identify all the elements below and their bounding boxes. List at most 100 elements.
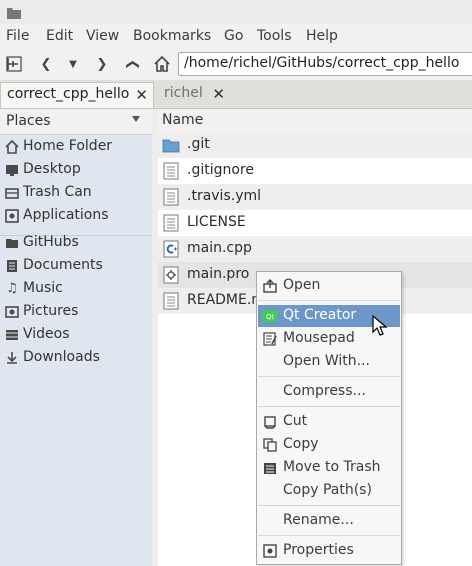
menu-bookmarks[interactable]: Bookmarks: [133, 28, 211, 44]
menu-item-properties[interactable]: Properties: [258, 540, 400, 562]
tab-bar: correct_cpp_hello ✕ richel ✕: [0, 80, 472, 109]
menubar: File Edit View Bookmarks Go Tools Help: [0, 24, 472, 48]
menu-file[interactable]: File: [6, 28, 29, 44]
history-dropdown-button[interactable]: ▼: [63, 54, 83, 74]
desktop-icon: [5, 163, 19, 177]
sidebar-item-label: Applications: [23, 207, 109, 223]
mouse-cursor-icon: [372, 315, 388, 336]
menu-item-label: Open: [283, 277, 321, 293]
menu-item-label: Properties: [283, 542, 354, 558]
menu-go[interactable]: Go: [224, 28, 243, 44]
menu-tools[interactable]: Tools: [257, 28, 292, 44]
close-tab-icon[interactable]: ✕: [135, 86, 148, 104]
trash-icon: [5, 186, 19, 200]
videos-icon: [5, 328, 19, 342]
places-sidebar: Places Home Folder Desktop Trash Can App…: [0, 109, 153, 566]
menu-item-copy-paths[interactable]: Copy Path(s): [258, 480, 400, 502]
menu-separator: [258, 406, 400, 407]
new-tab-button[interactable]: [4, 54, 24, 74]
menu-edit[interactable]: Edit: [46, 28, 73, 44]
new-tab-icon: [6, 56, 22, 72]
menu-item-copy[interactable]: Copy: [258, 434, 400, 456]
sidebar-item-downloads[interactable]: Downloads: [0, 347, 152, 369]
sidebar-item-documents[interactable]: Documents: [0, 255, 152, 277]
sidebar-item-trash-can[interactable]: Trash Can: [0, 182, 152, 204]
menu-separator: [258, 535, 400, 536]
menu-item-open-with[interactable]: Open With...: [258, 351, 400, 373]
sidebar-item-label: GitHubs: [23, 234, 79, 250]
text-file-icon: [163, 188, 179, 206]
sidebar-item-label: Downloads: [23, 349, 100, 365]
tab-richel[interactable]: richel ✕: [158, 82, 230, 108]
documents-icon: [5, 259, 19, 273]
folder-icon: [5, 236, 19, 250]
chevron-down-icon: ▼: [69, 58, 77, 70]
open-icon: [263, 279, 277, 293]
file-name: .travis.yml: [187, 188, 262, 204]
tab-correct-cpp-hello[interactable]: correct_cpp_hello ✕: [0, 82, 154, 108]
column-header-label: Name: [162, 112, 204, 128]
up-button[interactable]: ❯: [122, 54, 142, 74]
window-titlebar: [0, 0, 472, 24]
applications-icon: [5, 209, 19, 223]
music-icon: ♫: [6, 281, 18, 296]
sidebar-item-githubs[interactable]: GitHubs: [0, 232, 152, 254]
trash-icon: [263, 461, 277, 475]
menu-item-cut[interactable]: Cut: [258, 411, 400, 433]
menu-view[interactable]: View: [86, 28, 119, 44]
menu-item-label: Copy Path(s): [283, 482, 372, 498]
tab-label: correct_cpp_hello: [7, 86, 130, 102]
menu-item-label: Compress...: [283, 383, 366, 399]
location-path-input[interactable]: /home/richel/GitHubs/correct_cpp_hello: [178, 52, 472, 76]
sidebar-item-label: Videos: [23, 326, 70, 342]
pictures-icon: [5, 305, 19, 319]
downloads-icon: [5, 351, 19, 365]
folder-icon: [162, 139, 180, 153]
menu-item-label: Rename...: [283, 512, 354, 528]
menu-item-label: Qt Creator: [283, 307, 357, 323]
menu-separator: [258, 300, 400, 301]
folder-icon: [7, 8, 21, 19]
text-file-icon: [163, 292, 179, 310]
close-tab-icon[interactable]: ✕: [212, 85, 225, 103]
menu-item-label: Open With...: [283, 353, 370, 369]
menu-item-label: Cut: [283, 413, 308, 429]
sidebar-item-label: Trash Can: [23, 184, 92, 200]
file-row[interactable]: .git: [158, 132, 472, 158]
file-row[interactable]: LICENSE: [158, 210, 472, 236]
menu-item-move-to-trash[interactable]: Move to Trash: [258, 457, 400, 479]
sidebar-item-label: Desktop: [23, 161, 81, 177]
sidebar-item-label: Home Folder: [23, 138, 113, 154]
back-button[interactable]: ❮: [36, 54, 56, 74]
sidebar-item-label: Documents: [23, 257, 103, 273]
sidebar-item-desktop[interactable]: Desktop: [0, 159, 152, 181]
menu-item-label: Mousepad: [283, 330, 355, 346]
menu-separator: [258, 376, 400, 377]
menu-help[interactable]: Help: [306, 28, 338, 44]
svg-text:Qt: Qt: [266, 313, 275, 321]
sidebar-view-selector[interactable]: Places: [0, 109, 152, 135]
chevron-left-icon: ❮: [40, 56, 52, 72]
menu-item-compress[interactable]: Compress...: [258, 381, 400, 403]
file-name: .gitignore: [187, 162, 254, 178]
sidebar-item-music[interactable]: ♫ Music: [0, 278, 152, 300]
copy-icon: [263, 438, 277, 452]
file-row[interactable]: .gitignore: [158, 158, 472, 184]
sidebar-item-videos[interactable]: Videos: [0, 324, 152, 346]
file-row[interactable]: .travis.yml: [158, 184, 472, 210]
sidebar-item-applications[interactable]: Applications: [0, 205, 152, 227]
menu-item-open[interactable]: Open: [258, 275, 400, 297]
properties-icon: [263, 544, 277, 558]
forward-button[interactable]: ❯: [92, 54, 112, 74]
chevron-up-icon: ❯: [124, 58, 140, 70]
sidebar-item-home-folder[interactable]: Home Folder: [0, 136, 152, 158]
file-row[interactable]: main.cpp: [158, 236, 472, 262]
sidebar-title: Places: [6, 113, 51, 129]
home-button[interactable]: [152, 54, 172, 74]
column-header-name[interactable]: Name: [158, 109, 472, 134]
file-name: LICENSE: [187, 214, 246, 230]
sidebar-item-pictures[interactable]: Pictures: [0, 301, 152, 323]
sidebar-item-label: Pictures: [23, 303, 79, 319]
home-icon: [5, 139, 19, 154]
menu-item-rename[interactable]: Rename...: [258, 510, 400, 532]
